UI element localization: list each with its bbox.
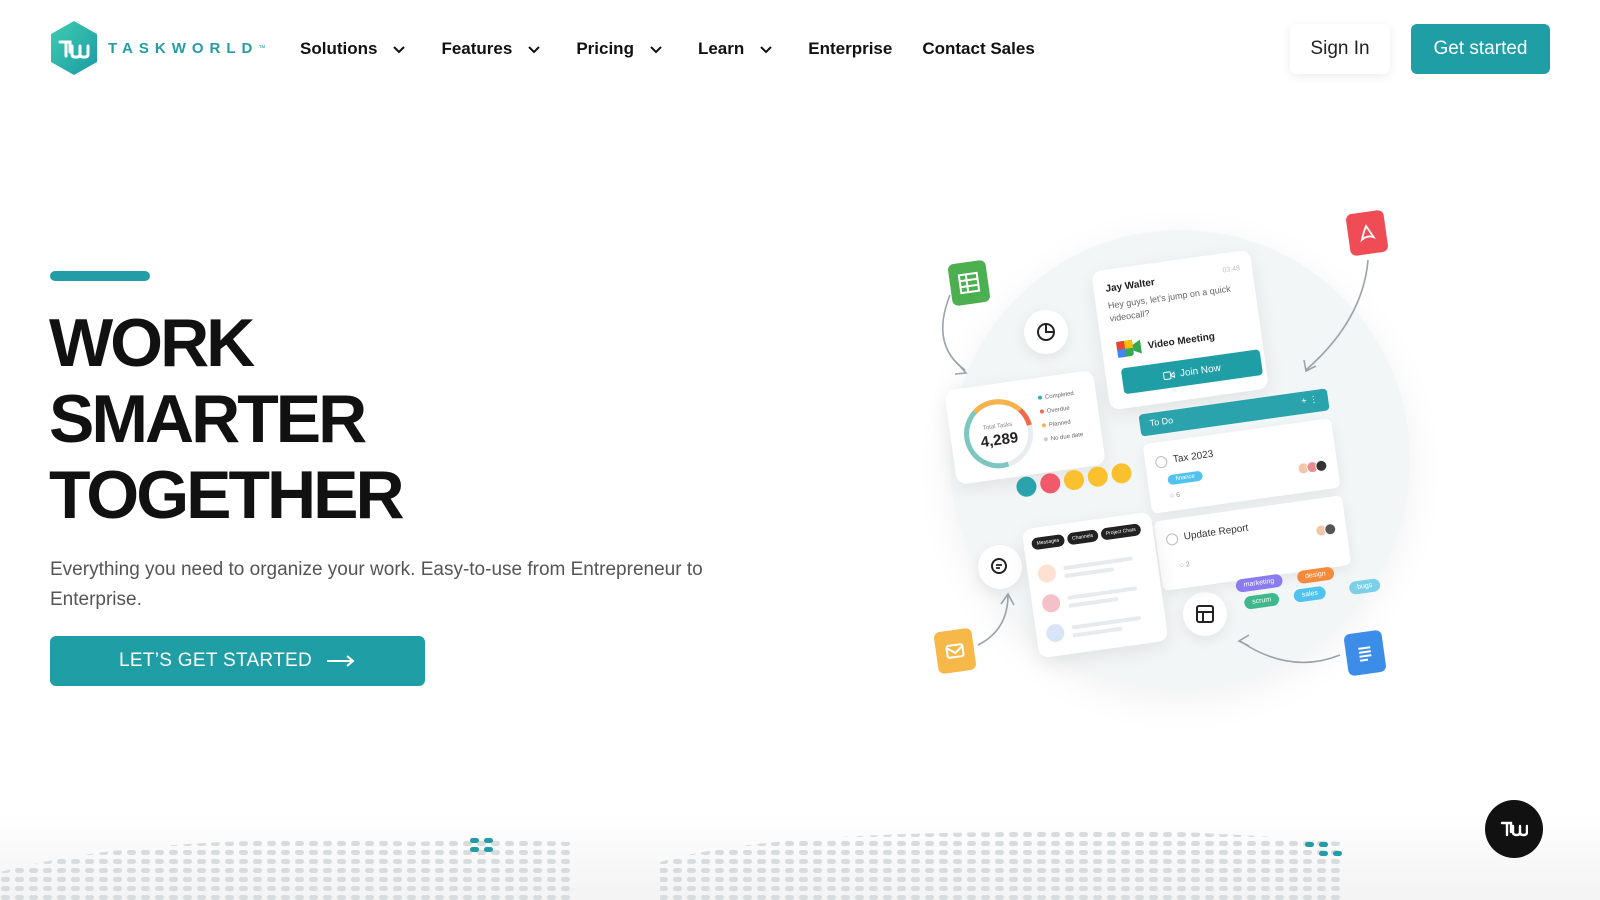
world-map-dots xyxy=(0,812,1600,900)
nav-features-label: Features xyxy=(441,39,513,58)
pie-chart-icon xyxy=(1024,310,1068,354)
top-navigation: TASKWORLD ™ Solutions Features Pricing L… xyxy=(0,0,1600,98)
chat-bubbles-icon xyxy=(978,545,1022,589)
nav-solutions[interactable]: Solutions xyxy=(300,39,407,59)
logo-wordmark: TASKWORLD xyxy=(108,39,259,57)
taskworld-chat-icon xyxy=(1500,821,1528,837)
arrow-right-icon xyxy=(327,655,355,667)
sign-in-button[interactable]: Sign In xyxy=(1290,24,1390,74)
video-camera-icon xyxy=(1162,370,1175,380)
todo-item-tag: finance xyxy=(1167,470,1204,486)
nav-pricing-label: Pricing xyxy=(576,39,634,58)
video-meeting-label: Video Meeting xyxy=(1147,331,1216,352)
nav-pricing[interactable]: Pricing xyxy=(576,39,664,59)
dotted-map-graphic xyxy=(0,830,1342,900)
todo-list-card: To Do + ⋮ Tax 2023 finance ○ 6 Update Re… xyxy=(1138,387,1361,593)
chevron-down-icon xyxy=(650,46,662,54)
todo-item-title: Update Report xyxy=(1183,522,1250,543)
todo-header-label: To Do xyxy=(1149,415,1174,429)
sad-emoji-icon xyxy=(1110,462,1133,485)
taskworld-logo[interactable]: TASKWORLD ™ xyxy=(49,20,265,76)
nav-features[interactable]: Features xyxy=(441,39,542,59)
checkbox-icon xyxy=(1165,532,1179,547)
chevron-down-icon xyxy=(760,46,772,54)
message-row xyxy=(1045,610,1157,647)
main-menu: Solutions Features Pricing Learn Enterpr… xyxy=(300,0,1065,98)
task-legend: Completed Overdue Planned No due date xyxy=(1037,386,1084,447)
headline-line-3: TOGETHER xyxy=(49,457,405,533)
todo-item-count: ○ 2 xyxy=(1179,561,1191,570)
assignee-avatars xyxy=(1314,522,1338,538)
thumbs-up-icon xyxy=(1015,475,1038,498)
board-icon xyxy=(1183,592,1227,636)
accent-bar xyxy=(50,271,150,281)
headline-line-2: SMARTER xyxy=(49,381,367,457)
get-started-button[interactable]: Get started xyxy=(1411,24,1550,74)
google-meet-icon xyxy=(1116,339,1142,358)
chat-support-button[interactable] xyxy=(1485,800,1543,858)
video-call-card: Jay Walter 03:48 Hey guys, let's jump on… xyxy=(1091,249,1269,411)
join-now-label: Join Now xyxy=(1179,362,1222,379)
tab-channels: Channels xyxy=(1066,529,1099,546)
nav-solutions-label: Solutions xyxy=(300,39,378,58)
checkbox-icon xyxy=(1154,455,1169,469)
taskworld-logo-icon xyxy=(51,21,97,75)
lets-get-started-button[interactable]: LET’S GET STARTED xyxy=(50,636,425,686)
wow-emoji-icon xyxy=(1086,465,1110,488)
chat-sender-name: Jay Walter xyxy=(1104,277,1156,295)
cta-label: LET’S GET STARTED xyxy=(118,650,313,671)
nav-enterprise-label: Enterprise xyxy=(808,39,893,58)
nav-contact-sales-label: Contact Sales xyxy=(922,39,1035,58)
chevron-down-icon xyxy=(528,46,541,54)
nav-enterprise[interactable]: Enterprise xyxy=(808,39,892,59)
hero-subtext: Everything you need to organize your wor… xyxy=(50,559,703,610)
nav-learn-label: Learn xyxy=(697,39,745,58)
laugh-emoji-icon xyxy=(1062,468,1086,492)
nav-contact-sales[interactable]: Contact Sales xyxy=(922,39,1034,59)
todo-item-title: Tax 2023 xyxy=(1172,448,1215,466)
chevron-down-icon xyxy=(393,46,406,54)
hero-illustration: Jay Walter 03:48 Hey guys, let's jump on… xyxy=(920,200,1440,720)
headline-line-1: WORK xyxy=(49,305,255,381)
logo-trademark: ™ xyxy=(258,44,266,52)
tab-project-chats: Project Chats xyxy=(1100,523,1142,541)
tab-messages: Messages xyxy=(1030,533,1066,551)
add-task-icon: + ⋮ xyxy=(1300,393,1319,406)
messages-tabs: Messages Channels Project Chats xyxy=(1030,523,1142,551)
hero-headline: WORK SMARTER TOGETHER xyxy=(49,305,405,533)
messages-card: Messages Channels Project Chats xyxy=(1021,511,1169,659)
heart-icon xyxy=(1038,472,1062,495)
todo-item-count: ○ 6 xyxy=(1169,491,1181,501)
nav-learn[interactable]: Learn xyxy=(698,39,774,59)
assignee-avatars xyxy=(1296,459,1329,476)
chat-time: 03:48 xyxy=(1222,265,1241,275)
